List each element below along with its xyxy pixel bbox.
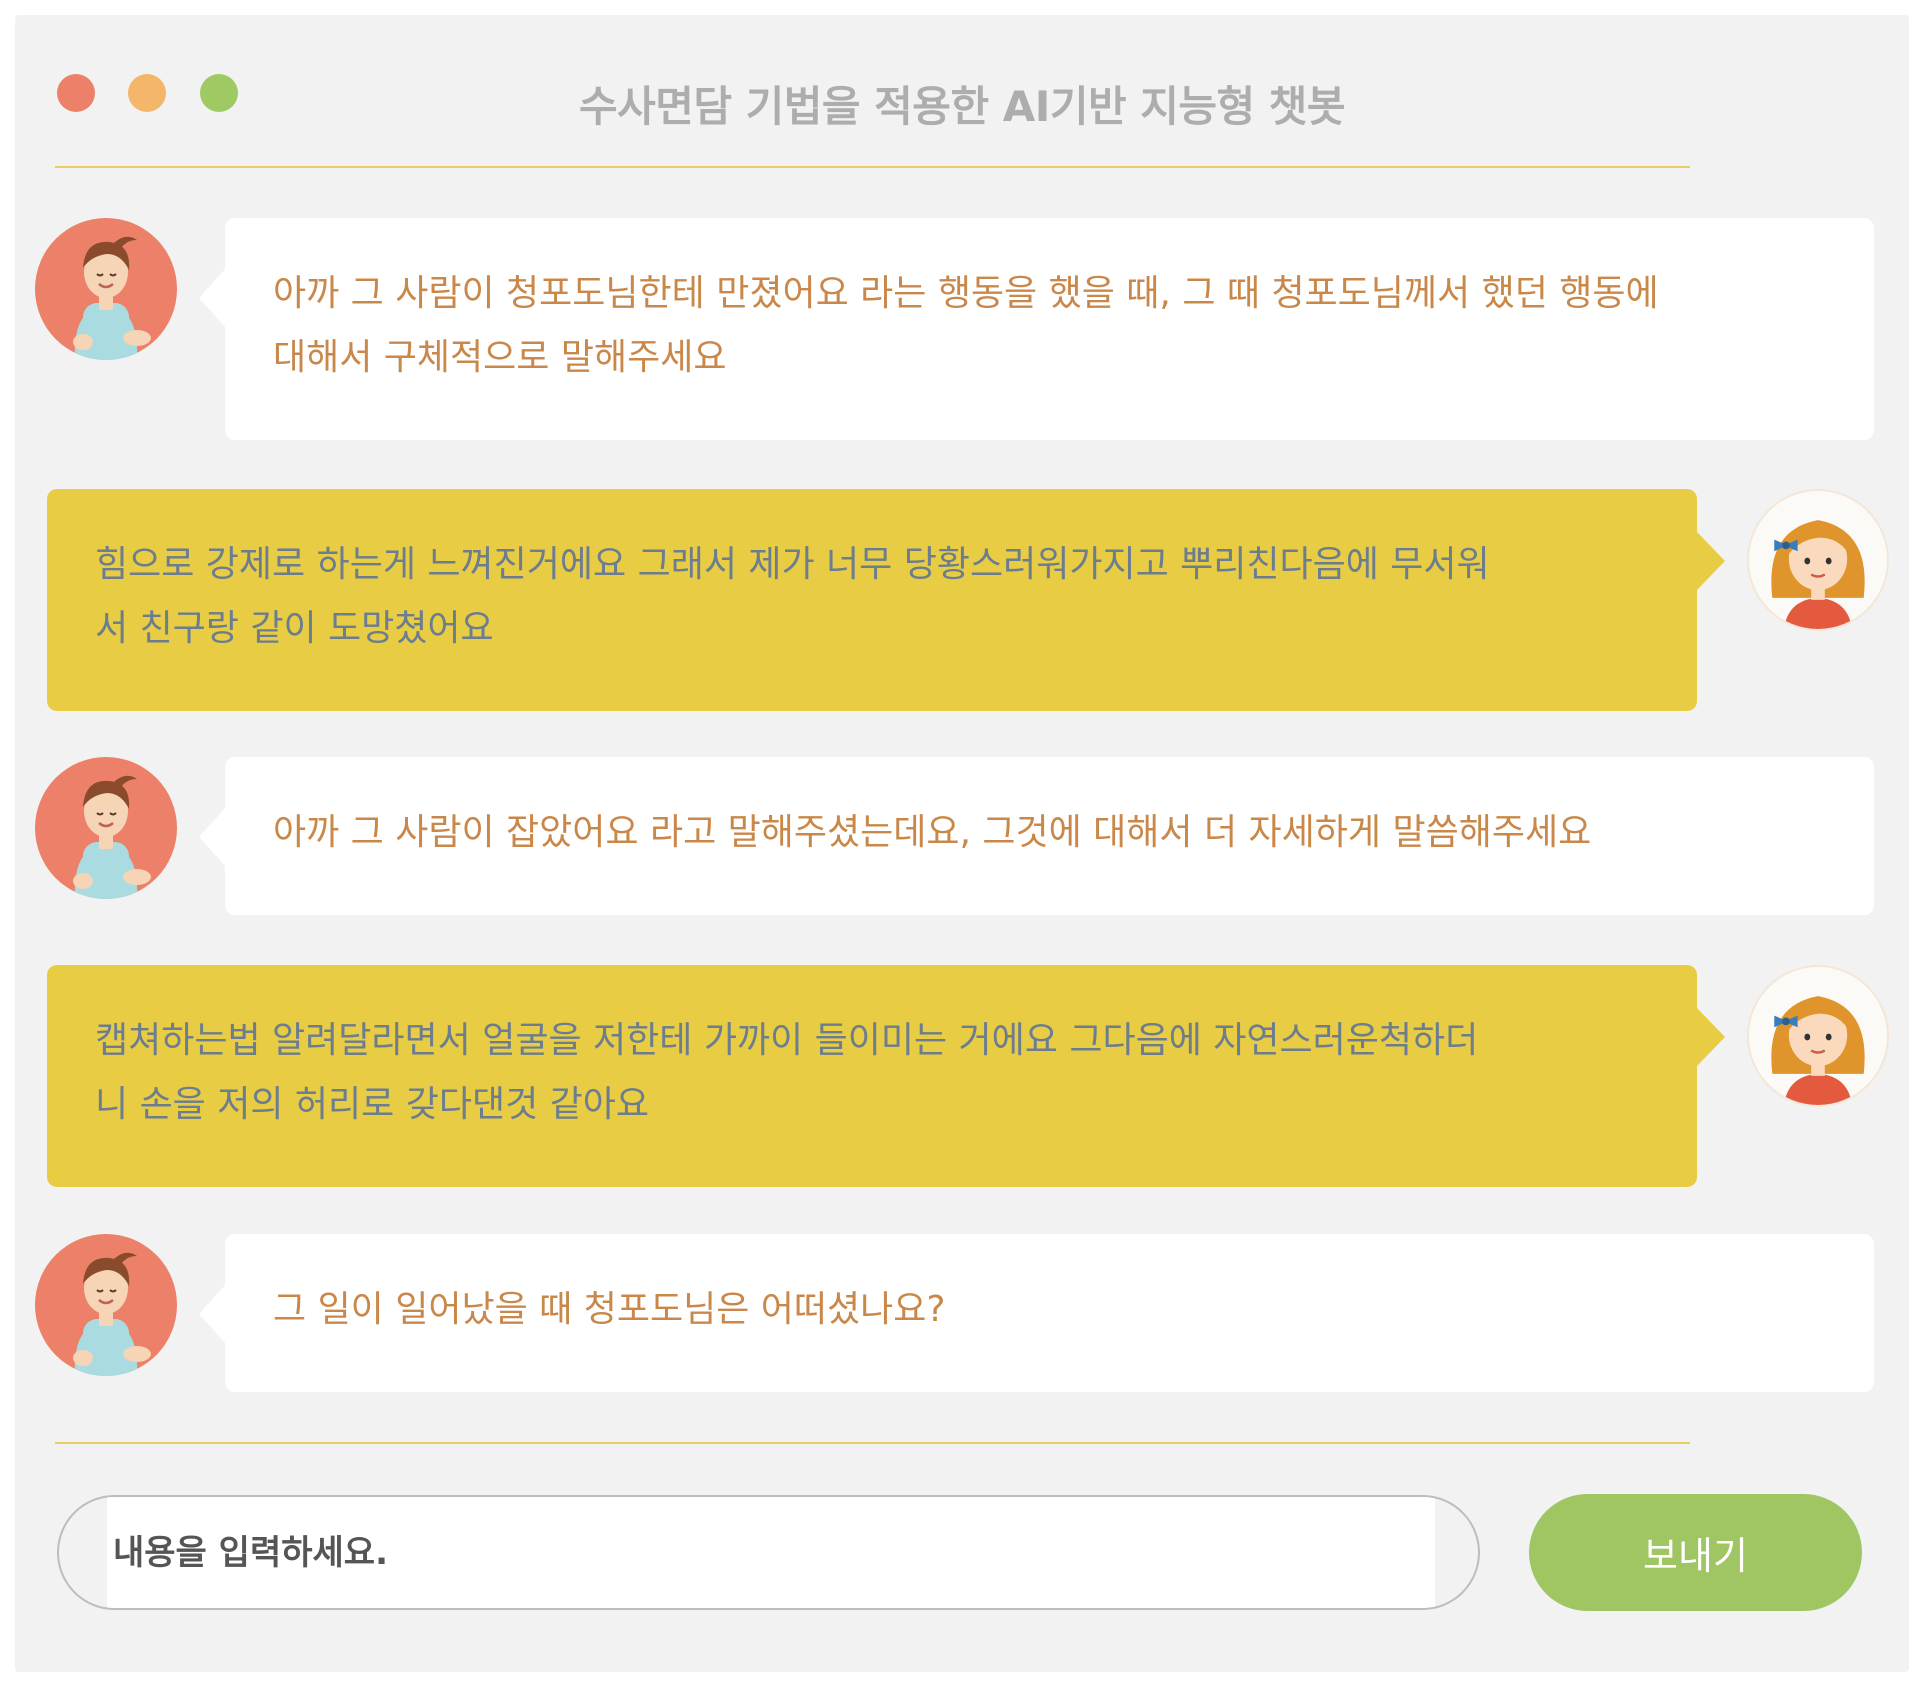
message-list: 아까 그 사람이 청포도님한테 만졌어요 라는 행동을 했을 때, 그 때 청포…	[15, 15, 1909, 1672]
message-input-field	[107, 1497, 1435, 1608]
counselor-avatar-icon	[35, 218, 177, 360]
message-text: 아까 그 사람이 청포도님한테 만졌어요 라는 행동을 했을 때, 그 때 청포…	[273, 273, 1659, 314]
message-text: 힘으로 강제로 하는게 느껴진거에요 그래서 제가 너무 당황스러워가지고 뿌리…	[95, 544, 1490, 585]
message-text: 그 일이 일어났을 때 청포도님은 어떠셨나요?	[273, 1289, 946, 1330]
footer-divider	[55, 1442, 1690, 1444]
bot-message-bubble: 아까 그 사람이 청포도님한테 만졌어요 라는 행동을 했을 때, 그 때 청포…	[199, 218, 1874, 440]
message-text: 캡쳐하는법 알려달라면서 얼굴을 저한테 가까이 들이미는 거에요 그다음에 자…	[95, 1020, 1479, 1061]
counselor-avatar-icon	[35, 757, 177, 899]
message-input[interactable]	[107, 1497, 1435, 1608]
user-message-bubble: 캡쳐하는법 알려달라면서 얼굴을 저한테 가까이 들이미는 거에요 그다음에 자…	[47, 965, 1725, 1187]
send-button[interactable]: 보내기	[1529, 1494, 1862, 1611]
counselor-avatar-icon	[35, 1234, 177, 1376]
chat-window: 수사면담 기법을 적용한 AI기반 지능형 챗봇 아까 그 사람이 청포도님한테…	[15, 15, 1909, 1672]
message-text: 아까 그 사람이 잡았어요 라고 말해주셨는데요, 그것에 대해서 더 자세하게…	[273, 812, 1592, 853]
girl-avatar-icon	[1747, 965, 1889, 1107]
girl-avatar-icon	[1747, 489, 1889, 631]
message-text: 대해서 구체적으로 말해주세요	[273, 337, 727, 378]
bot-message-bubble: 그 일이 일어났을 때 청포도님은 어떠셨나요?	[199, 1234, 1874, 1392]
message-text: 서 친구랑 같이 도망쳤어요	[95, 608, 494, 649]
message-input-container	[57, 1495, 1480, 1610]
bot-message-bubble: 아까 그 사람이 잡았어요 라고 말해주셨는데요, 그것에 대해서 더 자세하게…	[199, 757, 1874, 915]
user-message-bubble: 힘으로 강제로 하는게 느껴진거에요 그래서 제가 너무 당황스러워가지고 뿌리…	[47, 489, 1725, 711]
message-text: 니 손을 저의 허리로 갖다댄것 같아요	[95, 1084, 650, 1125]
